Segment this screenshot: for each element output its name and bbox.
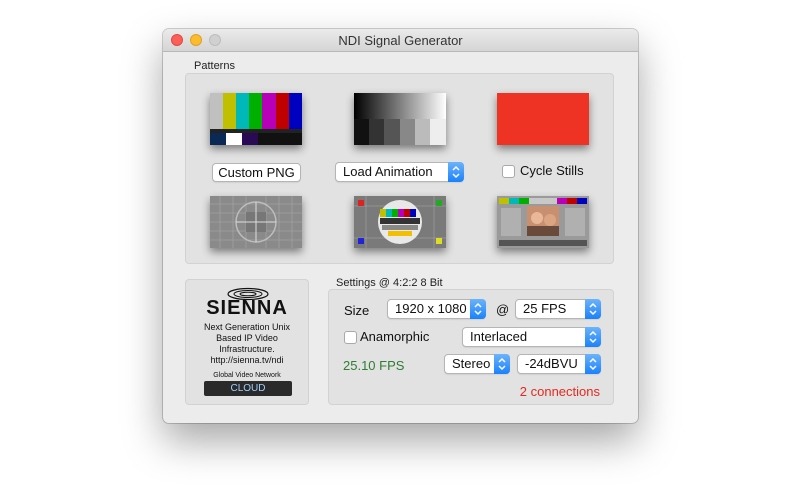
color-test-card-icon [354,196,446,248]
load-animation-label: Load Animation [343,164,433,179]
sienna-logo: SIENNA [206,297,288,319]
settings-label: Settings @ 4:2:2 8 Bit [336,277,443,289]
sienna-line3: Infrastructure. [219,344,275,354]
scan-mode-value: Interlaced [470,329,528,344]
anamorphic-checkbox[interactable] [344,331,357,344]
fps-value: 25 FPS [523,301,567,316]
pattern-color-test-card[interactable] [354,196,446,248]
audio-channels-popup[interactable]: Stereo [444,354,510,374]
audio-channels-value: Stereo [452,356,491,371]
pattern-photo-test-card[interactable] [497,196,589,248]
fps-readout: 25.10 FPS [343,358,405,373]
cycle-stills-checkbox[interactable] [502,165,515,178]
custom-png-button[interactable]: Custom PNG [212,163,301,182]
chevron-updown-icon [494,354,510,374]
size-popup[interactable]: 1920 x 1080 [387,299,486,319]
chevron-updown-icon [470,299,486,319]
patterns-label: Patterns [194,60,235,72]
sienna-info-box: SIENNA Next Generation Unix Based IP Vid… [185,279,309,405]
at-label: @ [496,302,510,317]
app-window: NDI Signal Generator Patterns Custom PNG… [163,29,638,423]
sienna-url[interactable]: http://sienna.tv/ndi [186,355,308,366]
network-label: Global Video Network [213,372,281,379]
size-label: Size [344,303,370,318]
pattern-gray-test-card[interactable] [210,196,302,248]
window-title: NDI Signal Generator [338,33,463,48]
patterns-box: Custom PNG Load Animation Cycle Stills [185,73,614,264]
connections-status: 2 connections [519,384,600,399]
color-bars-icon [210,93,302,145]
sienna-line2: Based IP Video [216,333,278,343]
scan-mode-popup[interactable]: Interlaced [462,327,601,347]
pattern-grayscale[interactable] [354,93,446,145]
cycle-stills-label: Cycle Stills [520,163,584,178]
chevron-updown-icon [585,354,601,374]
chevron-updown-icon [585,299,601,319]
fps-popup[interactable]: 25 FPS [515,299,601,319]
audio-level-popup[interactable]: -24dBVU [517,354,601,374]
sienna-line1: Next Generation Unix [203,322,291,332]
photo-test-card-icon [497,196,589,248]
anamorphic-label: Anamorphic [360,329,430,344]
chevron-updown-icon [448,162,464,182]
audio-level-value: -24dBVU [525,356,578,371]
pattern-color-bars[interactable] [210,93,302,145]
title-bar[interactable]: NDI Signal Generator [163,29,638,52]
pattern-red[interactable] [497,93,589,145]
size-value: 1920 x 1080 [395,301,467,316]
settings-box: Size 1920 x 1080 @ 25 FPS Anamorphic Int… [328,289,614,405]
gray-test-card-icon [210,196,302,248]
chevron-updown-icon [585,327,601,347]
red-solid-icon [497,93,589,145]
grayscale-icon [354,93,446,145]
load-animation-popup[interactable]: Load Animation [335,162,464,182]
cloud-button[interactable]: CLOUD [204,381,292,396]
